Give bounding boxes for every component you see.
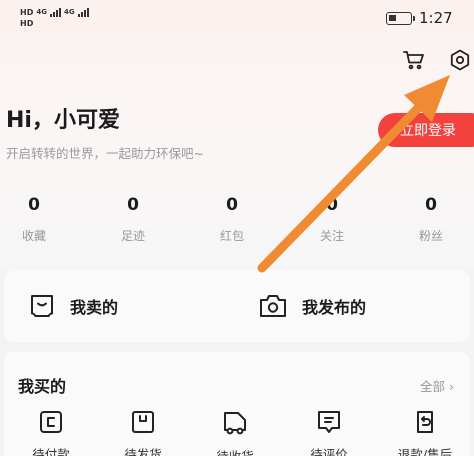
greeting-subtitle: 开启转转的世界，一起助力环保吧~ — [6, 146, 204, 161]
order-label: 待评价 — [310, 447, 348, 456]
view-all-link[interactable]: 全部 › — [420, 376, 454, 395]
stat-favorites[interactable]: 0 收藏 — [0, 195, 74, 244]
stat-label: 粉丝 — [418, 229, 443, 243]
sim-1: HD 4G 4G — [20, 6, 89, 17]
stat-label: 关注 — [319, 229, 344, 243]
my-sold-button[interactable]: 我卖的 — [28, 270, 118, 342]
cart-icon[interactable] — [402, 48, 426, 72]
order-pending-receipt[interactable]: 待收货 — [200, 409, 270, 456]
order-label: 退款/售后 — [397, 447, 453, 456]
package-icon — [132, 411, 154, 433]
stat-red-packets[interactable]: 0 红包 — [192, 195, 272, 244]
stat-footprints[interactable]: 0 足迹 — [93, 195, 173, 244]
login-button[interactable]: 立即登录 — [378, 113, 474, 147]
battery-icon — [386, 12, 415, 25]
stat-label: 足迹 — [120, 229, 145, 243]
order-pending-shipment[interactable]: 待发货 — [108, 409, 178, 456]
network-type: 4G — [63, 8, 75, 16]
status-bar: HD 4G 4G HD 1:27 — [0, 0, 474, 34]
hd-badge: HD — [20, 19, 34, 28]
signal-icon — [49, 7, 61, 17]
wallet-icon — [40, 411, 62, 433]
order-label: 待收货 — [200, 446, 270, 456]
stat-value: 0 — [425, 195, 437, 215]
my-sold-label: 我卖的 — [70, 298, 119, 317]
network-type: 4G — [36, 8, 47, 16]
comment-icon — [318, 411, 340, 433]
stat-followers[interactable]: 0 粉丝 — [391, 195, 471, 244]
sim-indicators: HD 4G 4G HD — [20, 6, 89, 28]
bag-icon — [31, 295, 53, 317]
stat-label: 红包 — [219, 229, 244, 243]
refund-icon — [417, 411, 433, 433]
greeting-title: Hi，小可爱 — [6, 108, 120, 133]
hd-badge: HD — [20, 8, 34, 17]
order-label: 待付款 — [32, 447, 70, 456]
order-refund-after-sales[interactable]: 退款/售后 — [390, 409, 460, 456]
my-bought-card: 我买的 全部 › 待付款 待发货 待收货 待评价 — [4, 352, 470, 456]
order-pending-review[interactable]: 待评价 — [294, 409, 364, 456]
order-pending-payment[interactable]: 待付款 — [16, 409, 86, 456]
my-published-label: 我发布的 — [302, 298, 367, 317]
my-bought-title: 我买的 — [18, 377, 67, 396]
stat-label: 收藏 — [21, 229, 46, 243]
quick-actions-card: 我卖的 我发布的 — [4, 270, 470, 342]
stat-value: 0 — [127, 195, 139, 215]
clock: 1:27 — [419, 9, 453, 27]
stat-value: 0 — [226, 195, 238, 215]
stat-value: 0 — [28, 195, 40, 215]
settings-icon[interactable] — [448, 48, 472, 72]
stat-value: 0 — [326, 195, 338, 215]
truck-icon — [224, 412, 246, 435]
camera-icon — [260, 295, 286, 317]
my-published-button[interactable]: 我发布的 — [258, 270, 366, 342]
stats-row: 0 收藏 0 足迹 0 红包 0 关注 0 粉丝 — [0, 195, 474, 245]
order-label: 待发货 — [124, 447, 162, 456]
signal-icon — [77, 7, 89, 17]
stat-following[interactable]: 0 关注 — [292, 195, 372, 244]
sim-2: HD — [20, 17, 89, 28]
